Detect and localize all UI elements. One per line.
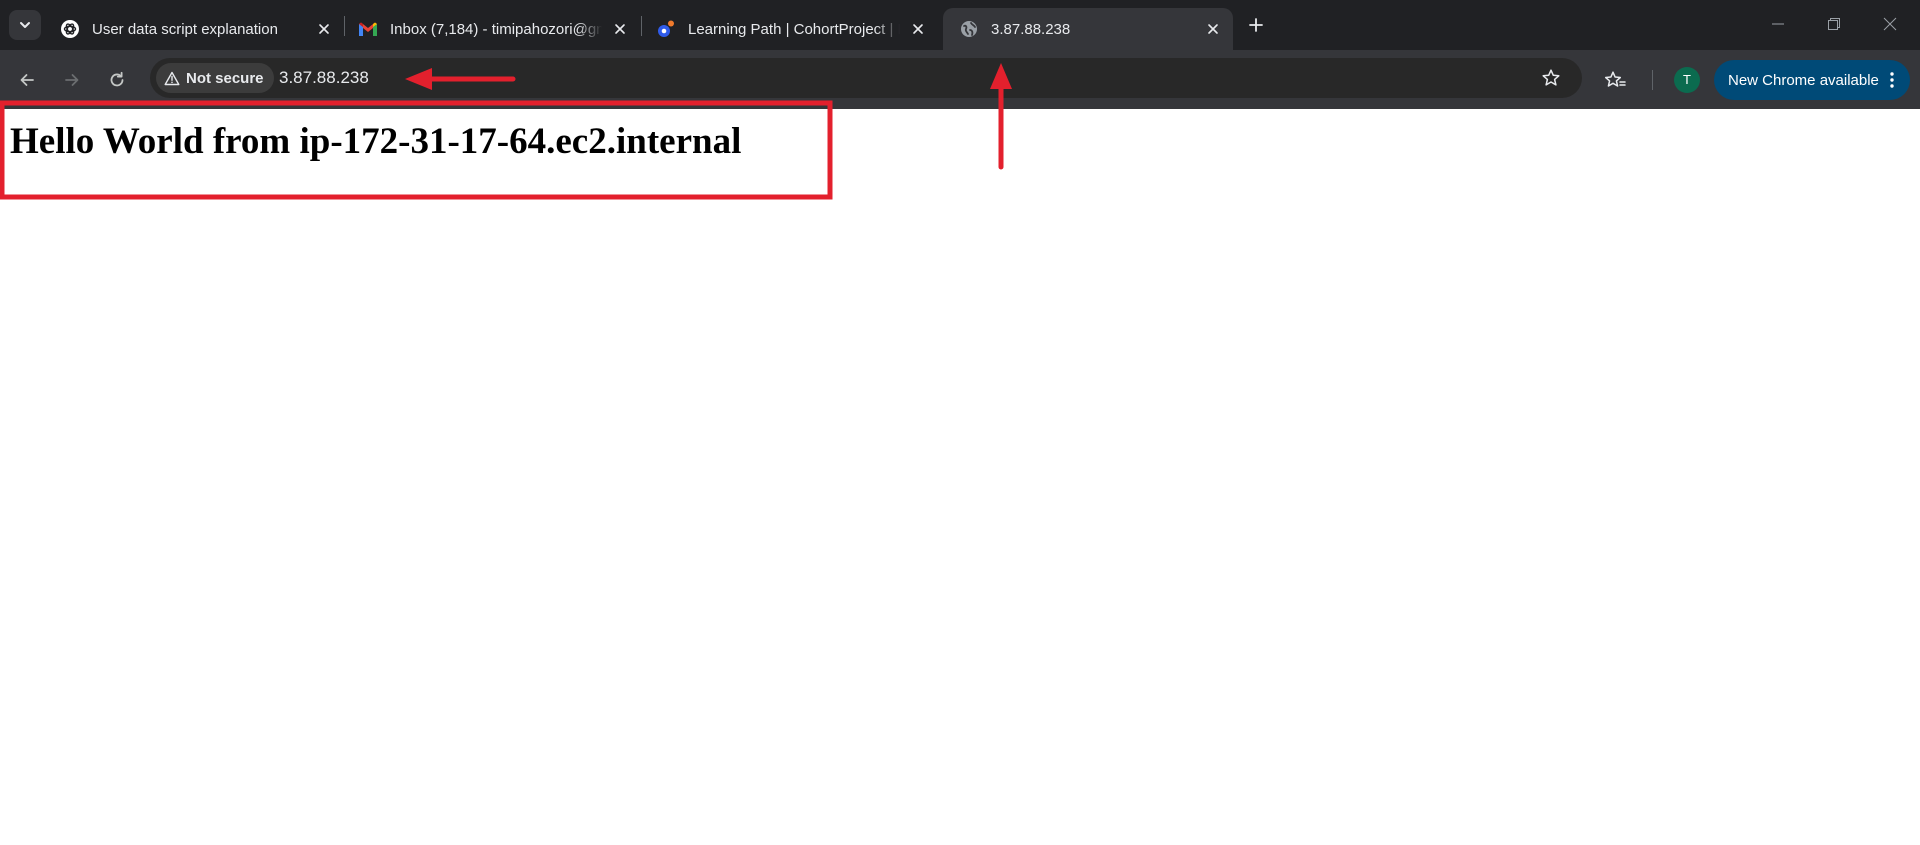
plus-icon [1249, 18, 1263, 32]
tab-ip-address[interactable]: 3.87.88.238 [943, 8, 1233, 50]
page-content: Hello World from ip-172-31-17-64.ec2.int… [0, 109, 1920, 845]
close-icon[interactable] [312, 17, 336, 41]
close-icon [1883, 17, 1897, 31]
new-chrome-available-button[interactable]: New Chrome available [1714, 60, 1910, 100]
browser-toolbar: Not secure 3.87.88.238 T New Chrome avai… [0, 50, 1920, 109]
more-menu-icon[interactable] [1882, 68, 1902, 92]
tab-strip: User data script explanation Inbox (7,18… [0, 0, 1920, 50]
page-heading: Hello World from ip-172-31-17-64.ec2.int… [10, 121, 742, 162]
new-tab-button[interactable] [1242, 11, 1270, 39]
toolbar-separator [1652, 70, 1653, 90]
bookmark-button[interactable] [1539, 66, 1563, 90]
tab-title: User data script explanation [92, 20, 278, 38]
tab-search-button[interactable] [9, 10, 41, 40]
security-chip[interactable]: Not secure [156, 63, 274, 93]
minimize-button[interactable] [1750, 0, 1806, 48]
close-icon[interactable] [906, 17, 930, 41]
darey-icon [656, 19, 676, 39]
close-window-button[interactable] [1862, 0, 1918, 48]
avatar[interactable]: T [1674, 67, 1700, 93]
tab-title: Inbox (7,184) - timipahozori@gmail.com -… [390, 20, 602, 38]
tab-title: 3.87.88.238 [991, 20, 1071, 38]
warning-icon [164, 71, 180, 85]
tab-gmail-inbox[interactable]: Inbox (7,184) - timipahozori@gmail.com -… [342, 8, 640, 50]
tab-title: Learning Path | CohortProject | Darey.io [688, 20, 900, 38]
gmail-icon [358, 19, 378, 39]
restore-button[interactable] [1806, 0, 1862, 48]
tab-learning-path[interactable]: Learning Path | CohortProject | Darey.io [640, 8, 938, 50]
bookmarks-button[interactable] [1599, 64, 1631, 96]
minimize-icon [1772, 23, 1784, 25]
forward-button[interactable] [56, 64, 88, 96]
security-label: Not secure [186, 69, 264, 87]
reload-button[interactable] [101, 64, 133, 96]
tab-user-data-script[interactable]: User data script explanation [44, 8, 344, 50]
url-text[interactable]: 3.87.88.238 [279, 58, 369, 98]
back-button[interactable] [11, 64, 43, 96]
close-icon[interactable] [1201, 17, 1225, 41]
star-list-icon [1604, 71, 1626, 87]
chevron-down-icon [20, 22, 30, 28]
restore-icon [1828, 18, 1840, 30]
update-label: New Chrome available [1728, 71, 1879, 89]
close-icon[interactable] [608, 17, 632, 41]
globe-icon [959, 19, 979, 39]
arrow-left-icon [20, 74, 34, 86]
star-icon [1542, 69, 1560, 86]
openai-icon [60, 19, 80, 39]
address-bar[interactable]: Not secure 3.87.88.238 [150, 58, 1582, 98]
arrow-right-icon [65, 74, 79, 86]
reload-icon [110, 71, 124, 87]
